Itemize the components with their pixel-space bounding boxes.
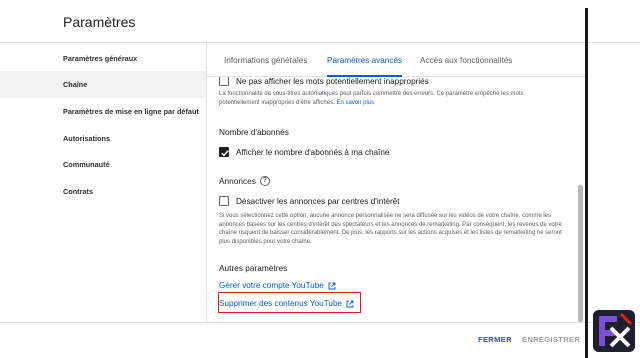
subscribers-title-text: Nombre d'abonnés <box>219 127 289 137</box>
settings-sidebar: Paramètres généraux Chaîne Paramètres de… <box>0 43 207 323</box>
inappropriate-words-label: Ne pas afficher les mots potentiellement… <box>236 77 429 86</box>
interest-ads-option[interactable]: Désactiver les annonces par centres d'in… <box>219 195 400 207</box>
subscriber-count-label: Afficher le nombre d'abonnés à ma chaîne <box>236 147 390 157</box>
manage-account-link[interactable]: Gérer votre compte YouTube <box>219 281 336 290</box>
subscribers-section-title: Nombre d'abonnés <box>219 127 289 137</box>
ads-section-title: Annonces ? <box>219 176 270 186</box>
tab-bar: Informations générales Paramètres avancé… <box>207 43 587 77</box>
close-button[interactable]: FERMER <box>478 335 512 344</box>
subscriber-count-option[interactable]: Afficher le nombre d'abonnés à ma chaîne <box>219 146 389 158</box>
interest-ads-label: Désactiver les annonces par centres d'in… <box>236 196 400 206</box>
window-edge-divider <box>585 8 588 358</box>
dialog-header: Paramètres <box>0 0 640 43</box>
dialog-footer: FERMER ENREGISTRER <box>0 322 640 358</box>
manage-account-label: Gérer votre compte YouTube <box>219 281 324 290</box>
subtitles-description: La fonctionnalité de sous-titres automat… <box>219 90 564 107</box>
other-settings-title-text: Autres paramètres <box>219 263 288 273</box>
tab-feature-eligibility[interactable]: Accès aux fonctionnalités <box>420 43 512 77</box>
learn-more-link[interactable]: En savoir plus <box>336 100 374 106</box>
settings-content: Ne pas afficher les mots potentiellement… <box>207 77 583 322</box>
sidebar-item-community[interactable]: Communauté <box>0 151 206 178</box>
sidebar-item-permissions[interactable]: Autorisations <box>0 125 206 152</box>
site-logo-icon <box>593 310 635 352</box>
inappropriate-words-checkbox[interactable] <box>219 77 229 86</box>
help-icon[interactable]: ? <box>259 176 270 186</box>
tab-advanced-settings[interactable]: Paramètres avancés <box>327 43 403 77</box>
ads-description: Si vous sélectionnez cette option, aucun… <box>219 213 562 245</box>
subscriber-count-checkbox[interactable] <box>219 147 229 157</box>
interest-ads-checkbox[interactable] <box>219 196 229 206</box>
sidebar-item-agreements[interactable]: Contrats <box>0 178 206 205</box>
external-link-icon <box>328 282 336 289</box>
sidebar-item-channel[interactable]: Chaîne <box>0 71 206 98</box>
content-scrollbar[interactable] <box>578 185 583 322</box>
save-button[interactable]: ENREGISTRER <box>522 335 580 344</box>
ads-title-text: Annonces <box>219 176 256 186</box>
delete-content-highlight-box <box>218 292 361 313</box>
tab-basic-info[interactable]: Informations générales <box>224 43 307 77</box>
sidebar-item-upload-defaults[interactable]: Paramètres de mise en ligne par défaut <box>0 98 206 125</box>
sidebar-item-general[interactable]: Paramètres généraux <box>0 45 206 72</box>
page-title: Paramètres <box>63 14 136 30</box>
inappropriate-words-option[interactable]: Ne pas afficher les mots potentiellement… <box>219 77 429 87</box>
checkmark-icon <box>221 150 229 157</box>
other-settings-title: Autres paramètres <box>219 263 287 273</box>
